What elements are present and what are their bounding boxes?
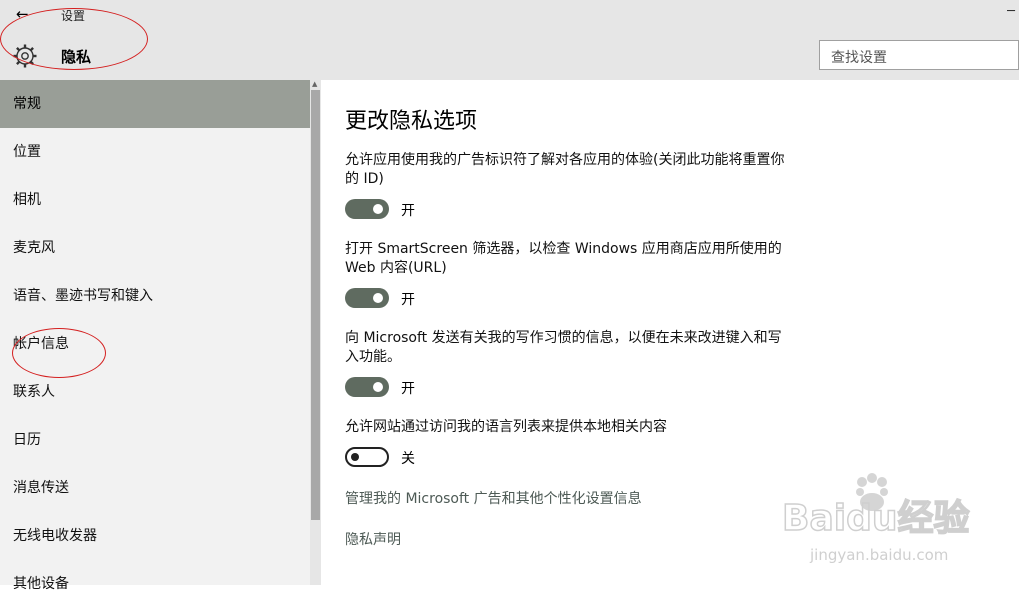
app-title: 设置: [61, 9, 86, 23]
watermark-url-text: jingyan.baidu.com: [809, 546, 948, 564]
sidebar-item-account-info[interactable]: 帐户信息: [0, 320, 310, 368]
sidebar-item-camera[interactable]: 相机: [0, 176, 310, 224]
sidebar-item-general[interactable]: 常规: [0, 80, 310, 128]
toggle-ad-id[interactable]: [345, 199, 389, 219]
sidebar-item-other-devices[interactable]: 其他设备: [0, 560, 310, 608]
sidebar: 常规 位置 相机 麦克风 语音、墨迹书写和键入 帐户信息 联系人 日历 消息传送…: [0, 80, 310, 592]
link-manage-ads[interactable]: 管理我的 Microsoft 广告和其他个性化设置信息: [345, 488, 642, 508]
toggle-smartscreen-state: 开: [401, 292, 415, 308]
title-bar: ← 设置 ─ 隐私 查找设置: [0, 0, 1019, 80]
sidebar-item-calendar[interactable]: 日历: [0, 416, 310, 464]
search-input[interactable]: 查找设置: [819, 40, 1019, 70]
setting-smartscreen-desc: 打开 SmartScreen 筛选器，以检查 Windows 应用商店应用所使用…: [345, 241, 782, 276]
back-arrow-icon[interactable]: ←: [16, 5, 29, 23]
toggle-ad-id-state: 开: [401, 203, 415, 219]
setting-language-list-desc: 允许网站通过访问我的语言列表来提供本地相关内容: [345, 419, 667, 435]
toggle-writing-info-state: 开: [401, 381, 415, 397]
setting-ad-id-desc: 允许应用使用我的广告标识符了解对各应用的体验(关闭此功能将重置你的 ID): [345, 152, 785, 187]
watermark-main-text: Baidu经验: [782, 498, 969, 539]
scroll-up-icon[interactable]: ▲: [312, 80, 317, 88]
toggle-writing-info[interactable]: [345, 377, 389, 397]
gear-icon: [13, 44, 37, 68]
baidu-watermark-logo: Baidu经验 jingyan.baidu.com: [781, 473, 970, 564]
sidebar-item-speech-inking[interactable]: 语音、墨迹书写和键入: [0, 272, 310, 320]
sidebar-item-messaging[interactable]: 消息传送: [0, 464, 310, 512]
toggle-language-list[interactable]: [345, 447, 389, 467]
sidebar-item-location[interactable]: 位置: [0, 128, 310, 176]
minimize-button[interactable]: ─: [1007, 4, 1015, 19]
page-heading: 隐私: [61, 48, 92, 66]
sidebar-scrollbar[interactable]: ▲: [310, 80, 321, 585]
toggle-language-list-state: 关: [401, 451, 415, 467]
sidebar-item-contacts[interactable]: 联系人: [0, 368, 310, 416]
content-title: 更改隐私选项: [345, 109, 478, 134]
scroll-thumb[interactable]: [311, 90, 320, 520]
toggle-smartscreen[interactable]: [345, 288, 389, 308]
sidebar-item-radios[interactable]: 无线电收发器: [0, 512, 310, 560]
setting-writing-info-desc: 向 Microsoft 发送有关我的写作习惯的信息，以便在未来改进键入和写入功能…: [345, 330, 782, 365]
sidebar-item-microphone[interactable]: 麦克风: [0, 224, 310, 272]
link-privacy-statement[interactable]: 隐私声明: [345, 529, 401, 549]
